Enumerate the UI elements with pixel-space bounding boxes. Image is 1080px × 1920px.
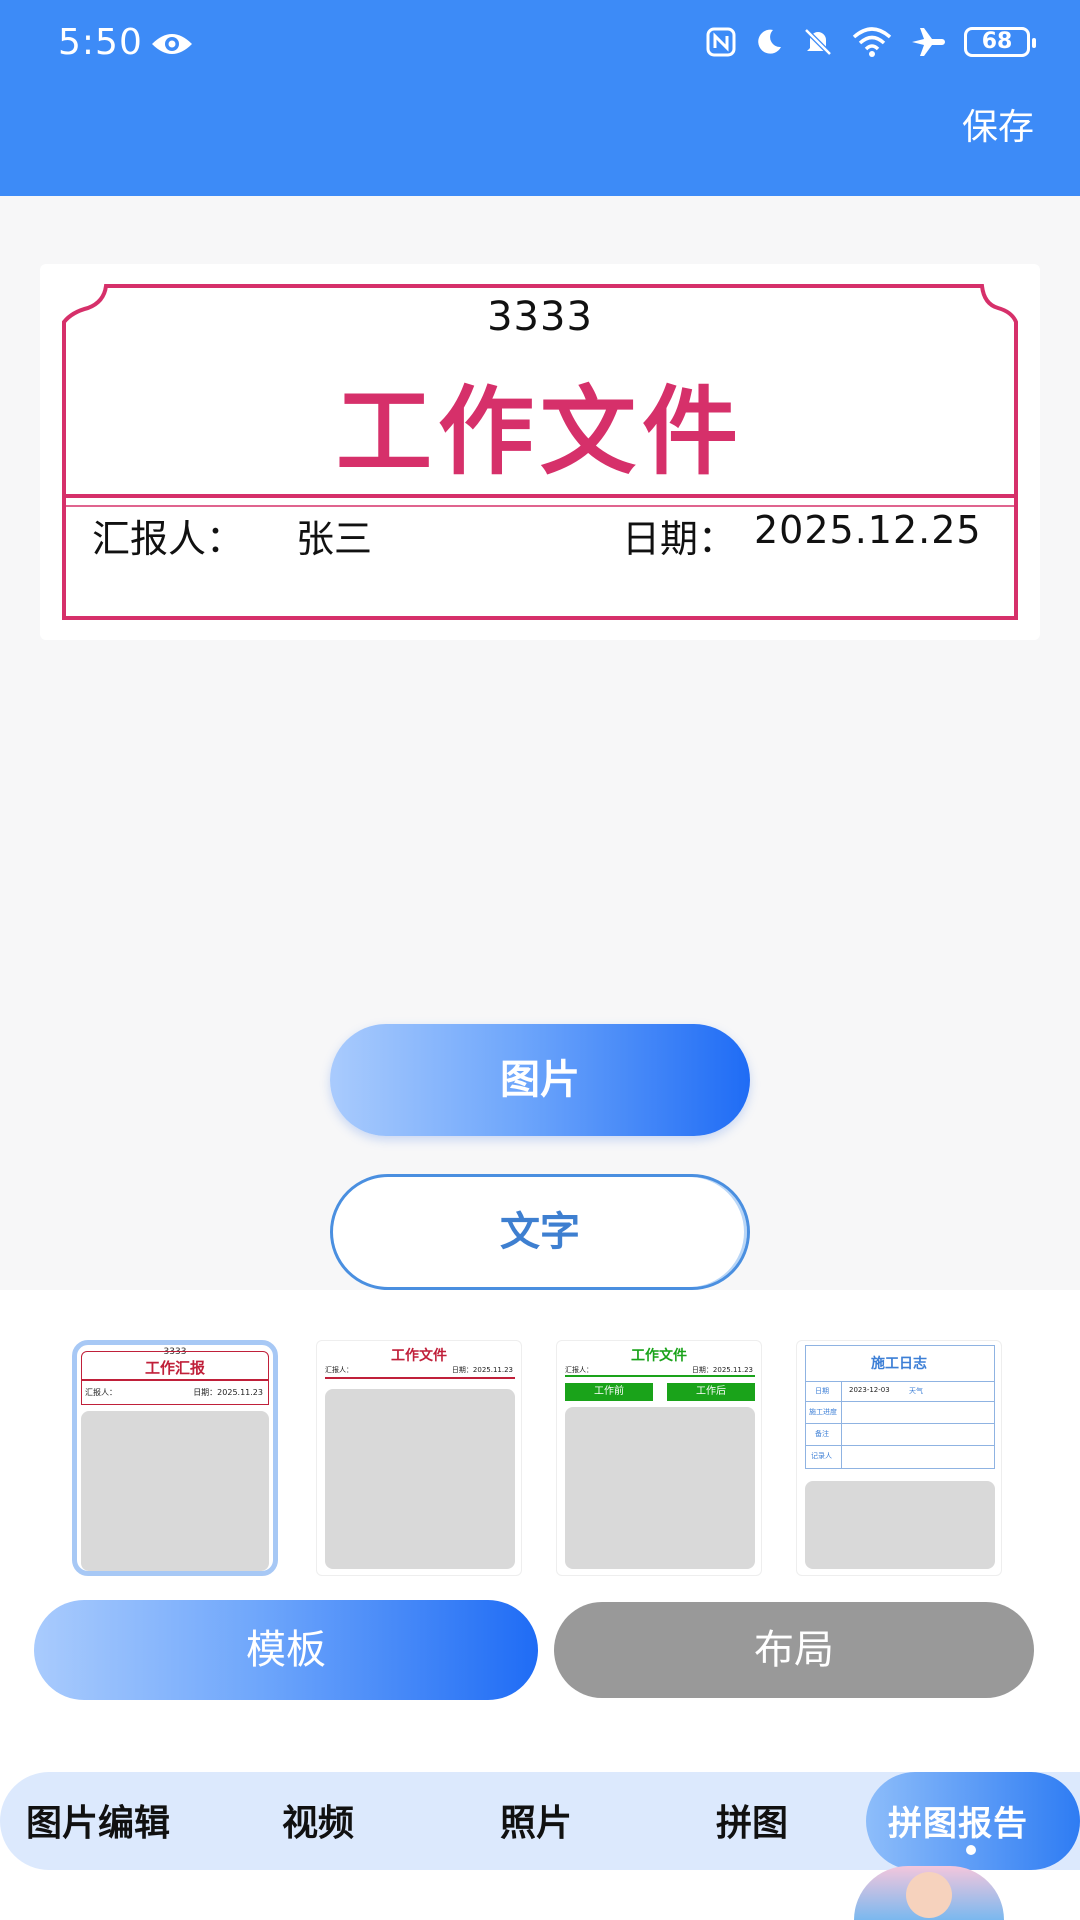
add-text-button[interactable]: 文字 (330, 1174, 750, 1290)
template-thumb-1[interactable]: 3333 工作汇报 汇报人： 日期：2025.11.23 (72, 1340, 278, 1576)
date-label: 日期： (622, 517, 737, 561)
template-2-reporter: 汇报人： (325, 1366, 353, 1374)
template-4-date-label: 日期 (815, 1387, 829, 1395)
template-thumb-2[interactable]: 工作文件 汇报人： 日期：2025.11.23 (316, 1340, 522, 1576)
template-1-date: 日期：2025.11.23 (193, 1388, 263, 1397)
airplane-icon (912, 28, 945, 56)
template-thumb-4[interactable]: 施工日志 日期 2023-12-03 天气 施工进度 备注 记录人 (796, 1340, 1002, 1576)
template-3-before-badge: 工作前 (565, 1383, 653, 1401)
date-value: 2025.12.25 (754, 508, 982, 552)
template-4-progress-label: 施工进度 (809, 1408, 837, 1416)
nav-item-collage-report-label: 拼图报告 (888, 1804, 1028, 1844)
status-time: 5:50 (58, 22, 143, 63)
template-tab-button[interactable]: 模板 (34, 1600, 538, 1700)
moon-icon (758, 29, 781, 54)
template-4-photo-placeholder (805, 1481, 995, 1569)
template-4-date-value: 2023-12-03 (849, 1386, 890, 1394)
template-4-row-line-2 (805, 1401, 995, 1402)
mute-bell-icon (804, 28, 832, 56)
template-4-title: 施工日志 (871, 1356, 927, 1372)
nav-item-collage[interactable]: 拼图 (716, 1794, 788, 1846)
template-1-divider (81, 1379, 269, 1381)
status-icons: 68 (706, 26, 1036, 58)
template-4-weather-label: 天气 (909, 1387, 923, 1395)
app-header: 5:50 68 保存 (0, 0, 1080, 196)
template-1-reporter: 汇报人： (85, 1388, 117, 1397)
template-1-photo-placeholder (81, 1411, 269, 1571)
template-3-date: 日期：2025.11.23 (691, 1366, 753, 1374)
template-thumb-3[interactable]: 工作文件 汇报人： 日期：2025.11.23 工作前 工作后 (556, 1340, 762, 1576)
wifi-icon (852, 27, 892, 57)
template-2-title: 工作文件 (391, 1348, 447, 1364)
template-2-divider (325, 1377, 515, 1379)
eye-icon (152, 34, 192, 54)
template-2-date: 日期：2025.11.23 (451, 1366, 513, 1374)
template-4-recorder-label: 记录人 (811, 1452, 832, 1460)
template-4-row-line-1 (805, 1381, 995, 1382)
template-4-col-line (841, 1381, 842, 1469)
template-3-after-badge: 工作后 (667, 1383, 755, 1401)
nfc-icon (706, 27, 736, 57)
template-2-photo-placeholder (325, 1389, 515, 1569)
layout-tab-button[interactable]: 布局 (554, 1602, 1034, 1698)
active-indicator-dot (966, 1845, 976, 1855)
template-3-reporter: 汇报人： (565, 1366, 593, 1374)
template-3-title: 工作文件 (631, 1348, 687, 1364)
nav-item-photo[interactable]: 照片 (500, 1794, 572, 1846)
report-number: 3333 (487, 294, 593, 340)
battery-indicator: 68 (964, 27, 1036, 57)
template-3-photo-placeholder (565, 1407, 755, 1569)
nav-item-image-edit[interactable]: 图片编辑 (26, 1794, 170, 1846)
save-button[interactable]: 保存 (962, 98, 1034, 150)
template-4-row-line-3 (805, 1423, 995, 1424)
reporter-name: 张三 (296, 517, 373, 561)
reporter-label: 汇报人： (92, 517, 245, 561)
add-image-button[interactable]: 图片 (330, 1024, 750, 1136)
template-4-note-label: 备注 (815, 1430, 829, 1438)
template-3-divider (565, 1375, 755, 1377)
nav-item-video[interactable]: 视频 (282, 1794, 354, 1846)
status-bar: 5:50 68 (0, 0, 1080, 90)
template-4-row-line-4 (805, 1445, 995, 1446)
report-title: 工作文件 (336, 376, 744, 488)
